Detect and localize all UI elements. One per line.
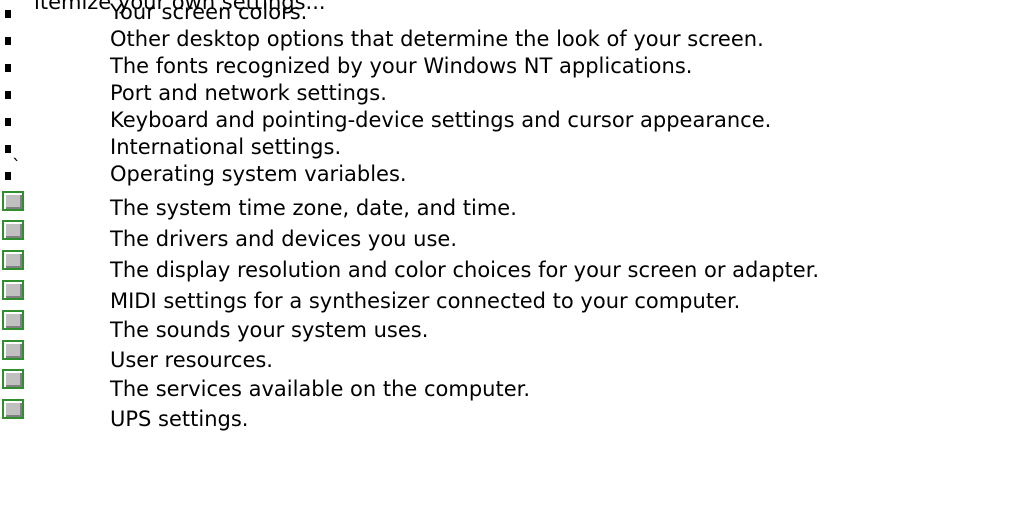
control-panel-button-icon[interactable] xyxy=(2,340,24,360)
list-item: Your screen colors. xyxy=(0,0,1009,30)
control-panel-button-icon[interactable] xyxy=(2,191,24,211)
backtick-mark: ` xyxy=(12,156,21,177)
control-panel-button-icon[interactable] xyxy=(2,310,24,330)
list-item: User resources. xyxy=(0,340,1009,372)
control-panel-button-icon[interactable] xyxy=(2,399,24,419)
list-item-text: The sounds your system uses. xyxy=(110,318,429,342)
list-item-text: The display resolution and color choices… xyxy=(110,258,820,282)
control-panel-button-icon[interactable] xyxy=(2,220,24,240)
list-item: The drivers and devices you use. xyxy=(0,220,1009,251)
list-item: UPS settings. xyxy=(0,399,1009,431)
list-item: International settings. xyxy=(0,135,1009,165)
list-item-text: The fonts recognized by your Windows NT … xyxy=(110,54,693,78)
list-item-text: The drivers and devices you use. xyxy=(110,227,458,251)
bullet-icon xyxy=(5,91,11,99)
control-panel-button-icon[interactable] xyxy=(2,280,24,300)
list-item-text: The services available on the computer. xyxy=(110,377,531,401)
list-item: ` Operating system variables. xyxy=(0,156,1009,192)
list-item-text: Port and network settings. xyxy=(110,81,387,105)
list-item-text: Your screen colors. xyxy=(110,0,308,24)
list-item: The sounds your system uses. xyxy=(0,310,1009,342)
list-item-text: Keyboard and pointing-device settings an… xyxy=(110,108,772,132)
control-panel-button-icon[interactable] xyxy=(2,369,24,389)
list-item-text: Other desktop options that determine the… xyxy=(110,27,764,51)
list-item: The system time zone, date, and time. xyxy=(0,191,1009,221)
list-item: The display resolution and color choices… xyxy=(0,250,1009,282)
control-panel-button-icon[interactable] xyxy=(2,250,24,270)
list-item-text: International settings. xyxy=(110,135,342,159)
list-item: MIDI settings for a synthesizer connecte… xyxy=(0,280,1009,313)
bullet-icon xyxy=(5,118,11,126)
bullet-icon xyxy=(5,145,11,153)
bullet-icon xyxy=(5,37,11,45)
list-item-text: Operating system variables. xyxy=(110,162,407,186)
list-item: Keyboard and pointing-device settings an… xyxy=(0,108,1009,138)
list-item: The services available on the computer. xyxy=(0,369,1009,401)
list-item: Other desktop options that determine the… xyxy=(0,27,1009,57)
bullet-icon xyxy=(5,64,11,72)
list-item-text: UPS settings. xyxy=(110,407,249,431)
list-item: The fonts recognized by your Windows NT … xyxy=(0,54,1009,84)
list-item-text: The system time zone, date, and time. xyxy=(110,196,517,220)
list-item: Port and network settings. xyxy=(0,81,1009,111)
bullet-icon xyxy=(5,172,11,180)
bullet-icon xyxy=(5,10,11,18)
